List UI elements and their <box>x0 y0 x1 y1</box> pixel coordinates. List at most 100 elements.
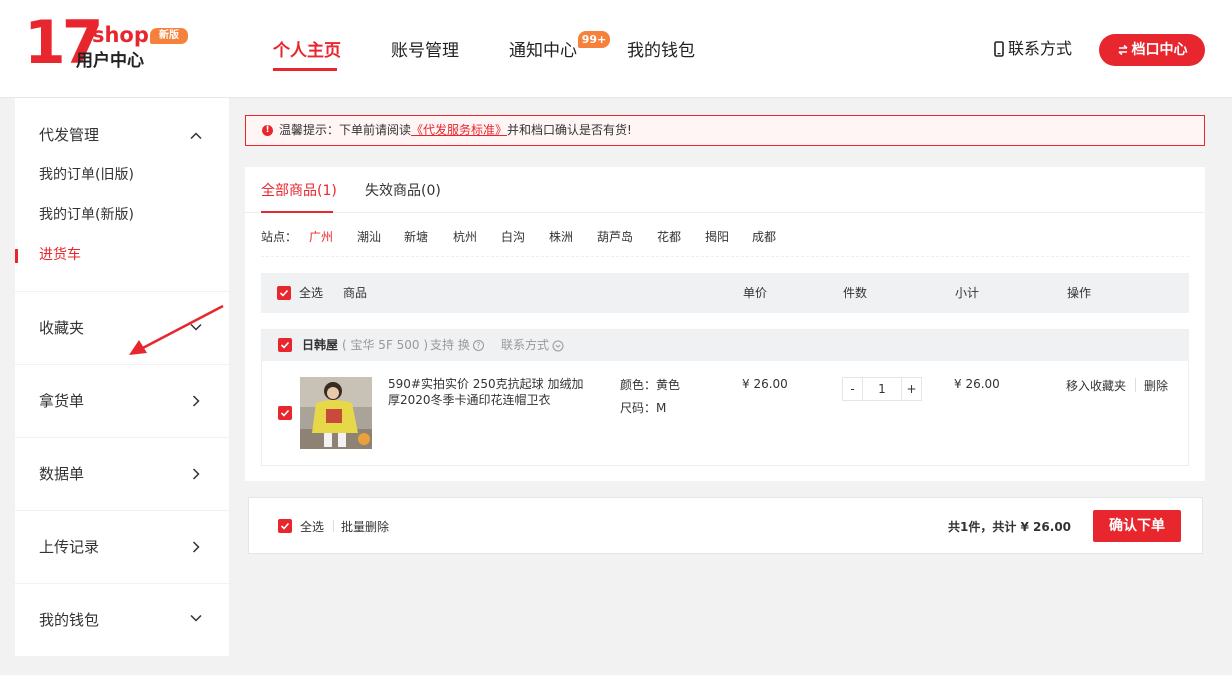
station-xintang[interactable]: 新塘 <box>404 227 428 247</box>
move-to-favorites-link[interactable]: 移入收藏夹 <box>1066 377 1126 394</box>
shop-group: 日韩屋 ( 宝华 5F 500 ) 支持 换 ? 联系方式 590#实拍实价 2… <box>261 329 1189 466</box>
station-jieyang[interactable]: 揭阳 <box>705 227 729 247</box>
confirm-order-button[interactable]: 确认下单 <box>1093 510 1181 542</box>
chevron-right-icon <box>192 541 200 553</box>
sidebar-item-orders-new[interactable]: 我的订单(新版) <box>39 205 134 225</box>
footer-select-all-label[interactable]: 全选 <box>300 518 324 535</box>
shop-contact[interactable]: 联系方式 <box>501 330 564 361</box>
quantity-input[interactable]: 1 <box>863 378 901 400</box>
select-all-label: 全选 <box>299 286 324 300</box>
product-size: 尺码：M <box>620 401 667 415</box>
chevron-up-icon[interactable] <box>189 129 203 143</box>
tab-invalid-products[interactable]: 失效商品(0) <box>365 181 441 201</box>
sidebar-active-indicator <box>15 249 18 263</box>
sidebar-group-title: 收藏夹 <box>39 319 85 337</box>
unit-price: ¥ 26.00 <box>742 377 788 391</box>
station-chengdu[interactable]: 成都 <box>752 227 776 247</box>
station-chaoshan[interactable]: 潮汕 <box>357 227 381 247</box>
shop-name[interactable]: 日韩屋 <box>302 330 338 361</box>
station-huludao[interactable]: 葫芦岛 <box>597 227 633 247</box>
nav-active-underline <box>273 68 337 71</box>
station-filter: 站点： 广州 潮汕 新塘 杭州 白沟 株洲 葫芦岛 花都 揭阳 成都 <box>261 225 1189 257</box>
product-photo <box>300 377 372 449</box>
shop-checkbox[interactable] <box>278 338 292 352</box>
order-total: 共1件，共计 ¥ 26.00 <box>948 520 1072 534</box>
stall-center-label: 档口中心 <box>1131 42 1188 58</box>
sidebar-group-data[interactable]: 数据单 <box>15 438 229 510</box>
cart-panel: 全部商品(1) 失效商品(0) 站点： 广州 潮汕 新塘 杭州 白沟 株洲 葫芦… <box>245 167 1205 481</box>
delete-item-link[interactable]: 删除 <box>1144 377 1168 394</box>
nav-account[interactable]: 账号管理 <box>391 38 459 64</box>
chevron-right-icon <box>192 468 200 480</box>
product-color: 颜色：黄色 <box>620 378 681 392</box>
nav-wallet[interactable]: 我的钱包 <box>627 38 695 64</box>
divider <box>1135 378 1136 392</box>
cart-table-header: 全选 商品 单价 件数 小计 操作 <box>261 273 1189 313</box>
shop-location: ( 宝华 5F 500 ) <box>342 338 429 352</box>
logo[interactable]: 17 .shop 新版 用户中心 <box>24 12 194 78</box>
chevron-right-icon <box>192 395 200 407</box>
notice-text: 温馨提示：下单前请阅读 <box>279 123 412 137</box>
notice-suffix: 并和档口确认是否有货! <box>507 123 632 137</box>
shop-contact-label: 联系方式 <box>501 338 550 352</box>
product-title[interactable]: 590#实拍实价 250克抗起球 加绒加厚2020冬季卡通印花连帽卫衣 <box>388 376 588 408</box>
shop-support: 支持 换 ? <box>430 330 484 361</box>
shop-header: 日韩屋 ( 宝华 5F 500 ) 支持 换 ? 联系方式 <box>262 330 1188 361</box>
sidebar-group-uploads[interactable]: 上传记录 <box>15 511 229 583</box>
select-all-checkbox[interactable] <box>277 286 291 300</box>
stall-center-button[interactable]: 档口中心 <box>1099 34 1205 66</box>
support-label: 支持 换 <box>430 338 470 352</box>
sidebar-group-title: 上传记录 <box>39 538 100 556</box>
station-baigou[interactable]: 白沟 <box>501 227 525 247</box>
phone-icon <box>994 41 1004 57</box>
help-icon[interactable]: ? <box>472 340 484 351</box>
sidebar-group-title: 拿货单 <box>39 392 85 410</box>
column-quantity: 件数 <box>843 286 868 300</box>
column-product: 商品 <box>343 286 368 300</box>
decrease-button[interactable]: - <box>843 378 863 400</box>
circle-chevron-icon <box>552 340 564 351</box>
divider <box>333 520 334 532</box>
sidebar-group-title: 我的钱包 <box>39 611 100 629</box>
notification-count-badge: 99+ <box>578 31 610 48</box>
sidebar-group-title: 数据单 <box>39 465 85 483</box>
service-standard-link[interactable]: 《代发服务标准》 <box>411 123 507 137</box>
column-actions: 操作 <box>1067 286 1092 300</box>
info-icon: ! <box>262 125 273 136</box>
check-icon <box>279 289 289 297</box>
nav-notifications[interactable]: 通知中心 <box>509 38 577 64</box>
contact-label: 联系方式 <box>1008 39 1073 58</box>
swap-icon <box>1117 44 1128 56</box>
sidebar-group-wallet[interactable]: 我的钱包 <box>15 584 229 656</box>
station-zhuzhou[interactable]: 株洲 <box>549 227 573 247</box>
chevron-down-icon <box>190 614 202 622</box>
annotation-arrow <box>129 304 224 355</box>
check-icon <box>280 341 290 349</box>
tab-all-products[interactable]: 全部商品(1) <box>261 181 337 201</box>
sidebar-group-title[interactable]: 代发管理 <box>39 125 99 145</box>
nav-home[interactable]: 个人主页 <box>273 38 341 64</box>
sidebar-group-dropship: 代发管理 我的订单(旧版) 我的订单(新版) 进货车 <box>15 98 229 291</box>
sidebar-group-pickup[interactable]: 拿货单 <box>15 365 229 437</box>
checkout-bar: 全选 批量删除 共1件，共计 ¥ 26.00 确认下单 <box>248 497 1203 554</box>
contact-link[interactable]: 联系方式 <box>994 38 1072 60</box>
batch-delete-link[interactable]: 批量删除 <box>341 518 389 535</box>
logo-shop-text: .shop <box>84 23 149 47</box>
increase-button[interactable]: + <box>901 378 921 400</box>
item-subtotal: ¥ 26.00 <box>954 377 1000 391</box>
footer-select-all-checkbox[interactable] <box>278 519 292 533</box>
station-guangzhou[interactable]: 广州 <box>309 227 333 247</box>
item-checkbox[interactable] <box>278 406 292 420</box>
sidebar-item-cart[interactable]: 进货车 <box>39 245 81 265</box>
product-image[interactable] <box>300 377 372 449</box>
station-hangzhou[interactable]: 杭州 <box>453 227 477 247</box>
column-subtotal: 小计 <box>955 286 980 300</box>
new-version-badge: 新版 <box>150 28 188 44</box>
top-header: 17 .shop 新版 用户中心 个人主页 账号管理 通知中心 我的钱包 99+… <box>0 0 1232 98</box>
station-label: 站点： <box>261 230 298 244</box>
sidebar-item-orders-old[interactable]: 我的订单(旧版) <box>39 165 134 185</box>
quantity-stepper: - 1 + <box>842 377 922 401</box>
station-huadu[interactable]: 花都 <box>657 227 681 247</box>
logo-subtitle: 用户中心 <box>76 51 144 71</box>
tab-active-underline <box>261 211 333 213</box>
